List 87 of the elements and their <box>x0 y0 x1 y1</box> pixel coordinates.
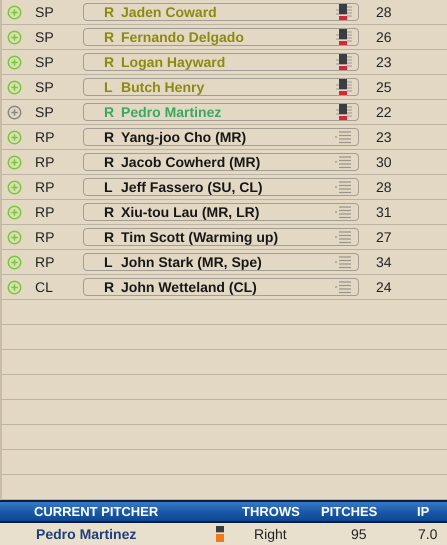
throws-label: L <box>104 179 114 195</box>
player-button[interactable]: R Tim Scott (Warming up) <box>83 228 359 246</box>
age-label: 23 <box>376 54 392 70</box>
throws-label: R <box>104 29 116 45</box>
add-icon[interactable] <box>7 230 22 244</box>
throws-label: R <box>104 154 116 170</box>
fatigue-meter-icon <box>333 104 353 120</box>
position-label: SP <box>35 79 55 95</box>
age-label: 27 <box>376 229 392 245</box>
player-name: John Wetteland (CL) <box>121 279 258 295</box>
age-label: 22 <box>376 104 392 120</box>
age-label: 23 <box>376 129 392 145</box>
throws-label: L <box>104 254 114 270</box>
position-label: RP <box>35 129 56 145</box>
player-button[interactable]: R Jacob Cowherd (MR) <box>83 153 359 171</box>
age-label: 25 <box>376 79 392 95</box>
player-name: Tim Scott (Warming up) <box>121 229 280 245</box>
pitches-value: 95 <box>351 526 368 542</box>
age-label: 26 <box>376 29 392 45</box>
list-icon <box>333 154 353 170</box>
column-header: CURRENT PITCHER <box>34 504 160 519</box>
add-icon[interactable] <box>7 180 22 194</box>
add-icon[interactable] <box>7 130 22 144</box>
add-icon[interactable] <box>7 80 22 94</box>
list-icon <box>333 129 353 145</box>
list-icon <box>333 254 353 270</box>
player-name: Pedro Martinez <box>121 104 222 120</box>
player-button[interactable]: R Xiu-tou Lau (MR, LR) <box>83 203 359 221</box>
player-name: Yang-joo Cho (MR) <box>121 129 248 145</box>
list-icon <box>333 229 353 245</box>
position-label: RP <box>35 229 56 245</box>
add-icon[interactable] <box>7 280 22 294</box>
player-name: Fernando Delgado <box>121 29 245 45</box>
add-icon[interactable] <box>7 54 22 70</box>
throws-label: R <box>104 279 116 295</box>
position-label: SP <box>35 104 55 120</box>
player-name: Xiu-tou Lau (MR, LR) <box>121 204 260 220</box>
position-label: CL <box>35 279 54 295</box>
add-icon[interactable] <box>7 204 22 220</box>
player-button[interactable]: R John Wetteland (CL) <box>83 278 359 296</box>
position-label: RP <box>35 254 56 270</box>
fatigue-meter-icon <box>333 4 353 20</box>
list-icon <box>333 279 353 295</box>
throws-value: Right <box>254 526 288 542</box>
list-icon <box>333 179 353 195</box>
column-header: PITCHES <box>321 504 378 519</box>
age-label: 31 <box>376 204 392 220</box>
add-icon[interactable] <box>7 254 22 270</box>
innings-value: 7.0 <box>418 526 438 542</box>
age-label: 34 <box>376 254 392 270</box>
add-icon[interactable] <box>7 154 22 170</box>
fatigue-meter-icon <box>333 54 353 70</box>
throws-label: R <box>104 129 116 145</box>
age-label: 30 <box>376 154 392 170</box>
position-label: SP <box>35 29 55 45</box>
fatigue-meter-icon <box>216 526 224 542</box>
player-name: John Stark (MR, Spe) <box>121 254 263 270</box>
position-label: RP <box>35 154 56 170</box>
throws-label: R <box>104 54 116 70</box>
player-name: Butch Henry <box>121 79 206 95</box>
add-icon[interactable] <box>7 30 22 44</box>
throws-label: L <box>104 79 114 95</box>
age-label: 24 <box>376 279 392 295</box>
position-label: RP <box>35 204 56 220</box>
fatigue-meter-icon <box>333 79 353 95</box>
player-name: Jacob Cowherd (MR) <box>121 154 262 170</box>
fatigue-meter-icon <box>333 29 353 45</box>
age-label: 28 <box>376 179 392 195</box>
player-name: Jeff Fassero (SU, CL) <box>121 179 264 195</box>
list-icon <box>333 204 353 220</box>
position-label: SP <box>35 54 55 70</box>
player-name: Jaden Coward <box>121 4 218 20</box>
player-button[interactable]: L John Stark (MR, Spe) <box>83 253 359 271</box>
age-label: 28 <box>376 4 392 20</box>
player-button[interactable]: L Jeff Fassero (SU, CL) <box>83 178 359 196</box>
throws-label: R <box>104 4 116 20</box>
throws-label: R <box>104 104 116 120</box>
player-button[interactable]: R Yang-joo Cho (MR) <box>83 128 359 146</box>
position-label: RP <box>35 179 56 195</box>
player-name: Logan Hayward <box>121 54 226 70</box>
throws-label: R <box>104 229 116 245</box>
position-label: SP <box>35 4 55 20</box>
pitcher-name: Pedro Martinez <box>36 526 138 542</box>
add-icon[interactable] <box>7 4 22 20</box>
column-header: IP <box>417 504 430 519</box>
column-header: THROWS <box>242 504 301 519</box>
throws-label: R <box>104 204 116 220</box>
